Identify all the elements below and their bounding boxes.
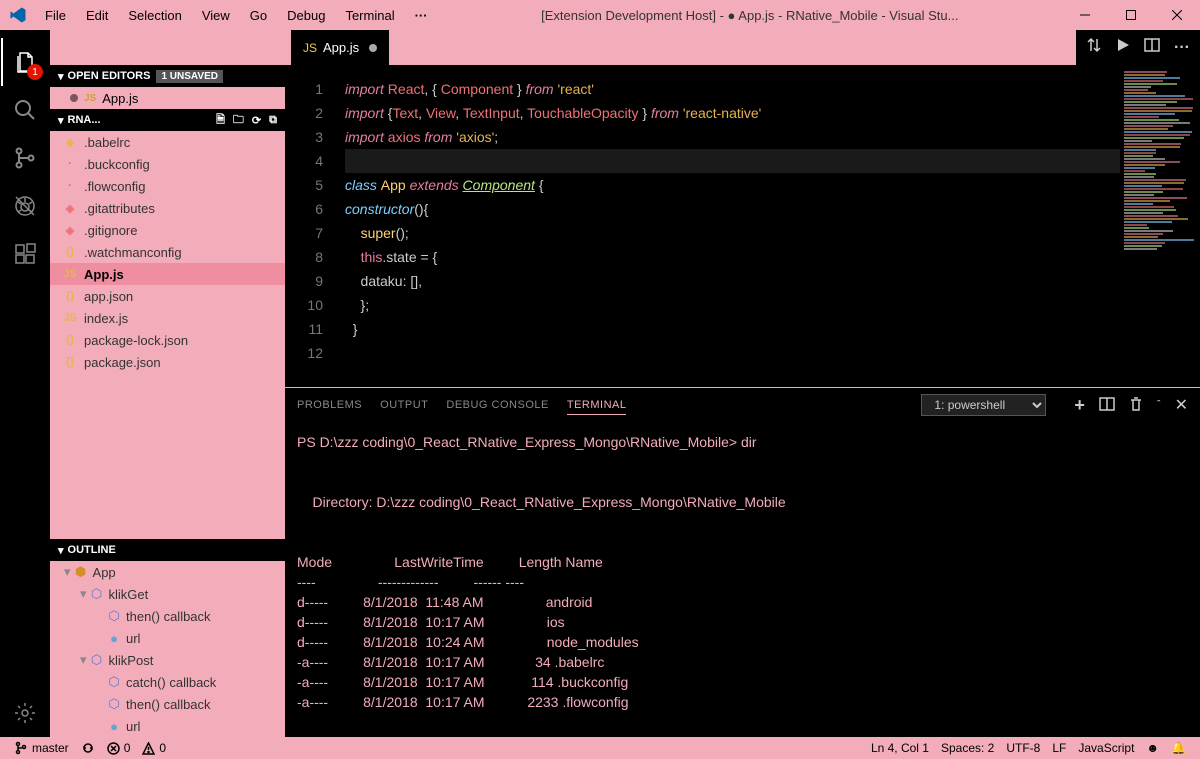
project-header[interactable]: ▾ RNA... 🗎 🗀 ⟳ ⧉ — [50, 109, 285, 131]
language-mode[interactable]: JavaScript — [1072, 741, 1140, 755]
split-editor-icon[interactable] — [1144, 37, 1160, 58]
close-button[interactable] — [1154, 0, 1200, 30]
sync-icon[interactable] — [75, 741, 101, 755]
eol[interactable]: LF — [1046, 741, 1072, 755]
compare-icon[interactable] — [1086, 37, 1102, 58]
menu-view[interactable]: View — [192, 8, 240, 23]
feedback-icon[interactable]: ☻ — [1140, 741, 1165, 755]
outline-item[interactable]: ●url — [50, 627, 285, 649]
more-icon[interactable]: ··· — [1174, 39, 1190, 57]
menu-selection[interactable]: Selection — [118, 8, 191, 23]
menu-file[interactable]: File — [35, 8, 76, 23]
settings-icon[interactable] — [1, 689, 49, 737]
outline-item[interactable]: ⬡then() callback — [50, 693, 285, 715]
explorer-icon[interactable]: 1 — [1, 38, 49, 86]
sidebar-empty-header — [50, 30, 285, 65]
menu-go[interactable]: Go — [240, 8, 277, 23]
close-panel-icon[interactable]: ✕ — [1175, 395, 1188, 415]
vscode-logo-icon — [0, 6, 35, 24]
file-item[interactable]: ·.buckconfig — [50, 153, 285, 175]
outline-item[interactable]: ⬡catch() callback — [50, 671, 285, 693]
refresh-icon[interactable]: ⟳ — [252, 111, 261, 130]
minimize-button[interactable] — [1062, 0, 1108, 30]
menu-overflow-icon[interactable]: ··· — [405, 8, 438, 23]
activity-bar: 1 — [0, 30, 50, 737]
outline-item[interactable]: ⬡then() callback — [50, 605, 285, 627]
file-item[interactable]: ◈.gitignore — [50, 219, 285, 241]
file-tree: ◈.babelrc·.buckconfig·.flowconfig◈.gitat… — [50, 131, 285, 539]
bell-icon[interactable]: 🔔 — [1165, 741, 1192, 755]
minimap[interactable] — [1120, 65, 1200, 387]
file-item[interactable]: JSApp.js — [50, 263, 285, 285]
outline-item[interactable]: ▾⬢App — [50, 561, 285, 583]
open-editors-label: Open Editors — [68, 70, 151, 82]
editor-tab-label: App.js — [323, 40, 359, 55]
new-folder-icon[interactable]: 🗀 — [233, 111, 244, 130]
new-file-icon[interactable]: 🗎 — [216, 111, 225, 130]
outline-tree: ▾⬢App▾⬡klikGet⬡then() callback●url▾⬡klik… — [50, 561, 285, 737]
file-item[interactable]: ◈.babelrc — [50, 131, 285, 153]
file-item[interactable]: {}package-lock.json — [50, 329, 285, 351]
new-terminal-icon[interactable]: + — [1074, 395, 1085, 416]
line-gutter: 123456789101112 — [285, 65, 335, 387]
menu-bar: FileEditSelectionViewGoDebugTerminal — [35, 8, 405, 23]
panel-tab-problems[interactable]: PROBLEMS — [297, 399, 362, 411]
outline-item[interactable]: ▾⬡klikGet — [50, 583, 285, 605]
source-control-icon[interactable] — [1, 134, 49, 182]
file-item[interactable]: {}app.json — [50, 285, 285, 307]
file-item[interactable]: {}.watchmanconfig — [50, 241, 285, 263]
encoding[interactable]: UTF-8 — [1000, 741, 1046, 755]
panel-tab-debug-console[interactable]: DEBUG CONSOLE — [446, 399, 548, 411]
status-bar: master 0 0 Ln 4, Col 1 Spaces: 2 UTF-8 L… — [0, 737, 1200, 759]
title-bar: FileEditSelectionViewGoDebugTerminal ···… — [0, 0, 1200, 30]
file-item[interactable]: ·.flowconfig — [50, 175, 285, 197]
cursor-position[interactable]: Ln 4, Col 1 — [865, 741, 935, 755]
errors-count[interactable]: 0 — [101, 741, 137, 755]
outline-item[interactable]: ▾⬡klikPost — [50, 649, 285, 671]
terminal-body[interactable]: PS D:\zzz coding\0_React_RNative_Express… — [285, 422, 1200, 737]
menu-terminal[interactable]: Terminal — [335, 8, 404, 23]
file-item[interactable]: JSindex.js — [50, 307, 285, 329]
sidebar: ▾ Open Editors 1 UNSAVED JS App.js ▾ RNA… — [50, 30, 285, 737]
kill-terminal-icon[interactable] — [1129, 396, 1143, 415]
collapse-all-icon[interactable]: ⧉ — [269, 111, 277, 130]
modified-dot-icon — [70, 94, 78, 102]
menu-edit[interactable]: Edit — [76, 8, 118, 23]
maximize-button[interactable] — [1108, 0, 1154, 30]
menu-debug[interactable]: Debug — [277, 8, 335, 23]
file-js-icon: JS — [303, 41, 317, 55]
panel-tabs: PROBLEMS OUTPUT DEBUG CONSOLE TERMINAL 1: p… — [285, 388, 1200, 422]
code-area[interactable]: import React, { Component } from 'react'… — [335, 65, 1120, 387]
editor-tab[interactable]: JS App.js — [291, 30, 389, 65]
indent-setting[interactable]: Spaces: 2 — [935, 741, 1000, 755]
outline-label: Outline — [68, 544, 116, 556]
panel: PROBLEMS OUTPUT DEBUG CONSOLE TERMINAL 1: p… — [285, 387, 1200, 737]
editor-tab-bar: JS App.js ··· — [285, 30, 1200, 65]
editor-body[interactable]: 123456789101112 import React, { Componen… — [285, 65, 1200, 387]
debug-icon[interactable] — [1, 182, 49, 230]
window-title: [Extension Development Host] - ● App.js … — [438, 8, 1062, 23]
git-branch[interactable]: master — [8, 741, 75, 755]
project-label: RNA... — [68, 114, 101, 126]
extensions-icon[interactable] — [1, 230, 49, 278]
search-icon[interactable] — [1, 86, 49, 134]
file-item[interactable]: ◈.gitattributes — [50, 197, 285, 219]
outline-header[interactable]: ▾ Outline — [50, 539, 285, 561]
explorer-badge: 1 — [27, 64, 43, 80]
split-terminal-icon[interactable] — [1099, 396, 1115, 415]
modified-dot-icon — [369, 44, 377, 52]
maximize-panel-icon[interactable]: ˆ — [1157, 399, 1161, 411]
open-editor-item[interactable]: JS App.js — [50, 87, 285, 109]
warnings-count[interactable]: 0 — [136, 741, 172, 755]
run-icon[interactable] — [1116, 38, 1130, 57]
panel-tab-terminal[interactable]: TERMINAL — [567, 399, 627, 415]
unsaved-badge: 1 UNSAVED — [156, 70, 223, 83]
panel-tab-output[interactable]: OUTPUT — [380, 399, 428, 411]
file-item[interactable]: {}package.json — [50, 351, 285, 373]
open-editor-filename: App.js — [102, 91, 138, 106]
open-editors-header[interactable]: ▾ Open Editors 1 UNSAVED — [50, 65, 285, 87]
outline-item[interactable]: ●url — [50, 715, 285, 737]
terminal-selector[interactable]: 1: powershell — [921, 394, 1046, 416]
